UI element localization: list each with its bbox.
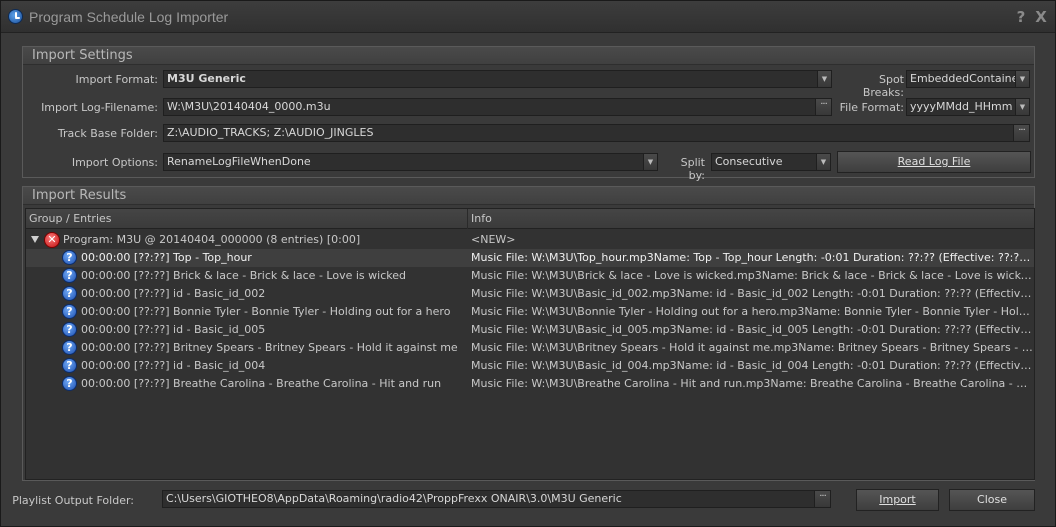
track-base-folder-label: Track Base Folder: [57,127,158,140]
chevron-down-icon[interactable]: ▼ [643,154,657,170]
log-filename-input[interactable]: W:\M3U\20140404_0000.m3u ··· [163,98,832,116]
split-by-value: Consecutive [715,155,783,168]
entry-info: Music File: W:\M3U\Bonnie Tyler - Holdin… [471,305,1034,318]
tree-row-entry[interactable]: ? 00:00:00 [??:??] Britney Spears - Brit… [26,339,1034,357]
entry-label: 00:00:00 [??:??] Brick & lace - Brick & … [81,269,406,282]
entry-info: Music File: W:\M3U\Brick & lace - Love i… [471,269,1034,282]
entry-info: Music File: W:\M3U\Basic_id_004.mp3Name:… [471,359,1034,372]
import-options-label: Import Options: [71,156,158,169]
chevron-down-icon[interactable]: ▼ [817,71,831,87]
help-icon[interactable]: ? [1013,9,1029,25]
browse-ellipsis-button[interactable]: ··· [1013,125,1029,141]
output-folder-label: Playlist Output Folder: [12,494,134,507]
tree-row-program[interactable]: ✕ Program: M3U @ 20140404_000000 (8 entr… [26,231,1034,249]
chevron-down-icon[interactable]: ▼ [1015,71,1029,87]
track-base-folder-value: Z:\AUDIO_TRACKS; Z:\AUDIO_JINGLES [167,126,374,139]
import-format-value: M3U Generic [167,72,246,85]
tree-row-entry[interactable]: ? 00:00:00 [??:??] id - Basic_id_002 Mus… [26,285,1034,303]
split-by-label: Split by: [680,156,705,182]
error-icon: ✕ [44,232,60,248]
track-base-folder-input[interactable]: Z:\AUDIO_TRACKS; Z:\AUDIO_JINGLES ··· [163,124,1030,142]
question-icon: ? [62,286,77,301]
title-bar[interactable]: Program Schedule Log Importer ? X [1,1,1055,33]
tree-row-entry[interactable]: ? 00:00:00 [??:??] Breathe Carolina - Br… [26,375,1034,393]
question-icon: ? [62,268,77,283]
program-info: <NEW> [471,233,516,246]
close-button[interactable]: Close [949,489,1035,511]
file-format-select[interactable]: yyyyMMdd_HHmm ▼ [906,98,1030,116]
file-format-label: File Format: [839,101,904,114]
log-filename-label: Import Log-Filename: [41,101,158,114]
entry-label: 00:00:00 [??:??] Top - Top_hour [81,251,252,264]
expand-triangle-icon[interactable] [31,236,39,243]
question-icon: ? [62,376,77,391]
question-icon: ? [62,340,77,355]
entry-info: Music File: W:\M3U\Breathe Carolina - Hi… [471,377,1034,390]
entry-label: 00:00:00 [??:??] Bonnie Tyler - Bonnie T… [81,305,451,318]
tree-row-entry[interactable]: ? 00:00:00 [??:??] id - Basic_id_004 Mus… [26,357,1034,375]
column-header-group-entries[interactable]: Group / Entries [26,209,468,229]
question-icon: ? [62,304,77,319]
import-options-select[interactable]: RenameLogFileWhenDone ▼ [163,153,658,171]
entry-label: 00:00:00 [??:??] id - Basic_id_002 [81,287,266,300]
window-title: Program Schedule Log Importer [29,9,229,25]
tree-row-entry[interactable]: ? 00:00:00 [??:??] Brick & lace - Brick … [26,267,1034,285]
read-log-file-button[interactable]: Read Log File [837,151,1031,173]
importer-window: Program Schedule Log Importer ? X Import… [0,0,1056,527]
import-button-label: Import [879,493,916,506]
log-filename-value: W:\M3U\20140404_0000.m3u [167,100,331,113]
import-results-group: Import Results Group / Entries Info ✕ Pr… [22,186,1035,481]
split-by-select[interactable]: Consecutive ▼ [711,153,831,171]
entry-label: 00:00:00 [??:??] id - Basic_id_004 [81,359,266,372]
import-format-label: Import Format: [75,73,158,86]
import-results-header: Import Results [23,187,1034,205]
tree-row-entry[interactable]: ? 00:00:00 [??:??] Bonnie Tyler - Bonnie… [26,303,1034,321]
column-header-info[interactable]: Info [468,209,1034,229]
browse-ellipsis-button[interactable]: ··· [814,491,830,507]
browse-ellipsis-button[interactable]: ··· [815,99,831,115]
tree-row-entry[interactable]: ? 00:00:00 [??:??] Top - Top_hour Music … [26,249,1034,267]
results-tree[interactable]: Group / Entries Info ✕ Program: M3U @ 20… [25,208,1035,480]
question-icon: ? [62,250,77,265]
read-log-file-label: Read Log File [897,155,971,168]
entry-label: 00:00:00 [??:??] Britney Spears - Britne… [81,341,458,354]
import-settings-group: Import Settings Import Format: M3U Gener… [22,46,1035,182]
tree-row-entry[interactable]: ? 00:00:00 [??:??] id - Basic_id_005 Mus… [26,321,1034,339]
entry-info: Music File: W:\M3U\Basic_id_002.mp3Name:… [471,287,1034,300]
import-options-value: RenameLogFileWhenDone [167,155,311,168]
entry-info: Music File: W:\M3U\Basic_id_005.mp3Name:… [471,323,1034,336]
tree-header: Group / Entries Info [26,209,1034,229]
spot-breaks-label: Spot Breaks: [862,73,904,99]
entry-label: 00:00:00 [??:??] id - Basic_id_005 [81,323,266,336]
chevron-down-icon[interactable]: ▼ [1015,99,1029,115]
entry-info: Music File: W:\M3U\Britney Spears - Hold… [471,341,1034,354]
question-icon: ? [62,358,77,373]
clock-app-icon [8,9,23,24]
entry-label: 00:00:00 [??:??] Breathe Carolina - Brea… [81,377,442,390]
output-folder-input[interactable]: C:\Users\GIOTHEO8\AppData\Roaming\radio4… [162,490,831,508]
output-folder-value: C:\Users\GIOTHEO8\AppData\Roaming\radio4… [166,492,622,505]
entry-info: Music File: W:\M3U\Top_hour.mp3Name: Top… [471,251,1034,264]
import-format-select[interactable]: M3U Generic ▼ [163,70,832,88]
import-button[interactable]: Import [856,489,939,511]
close-icon[interactable]: X [1033,9,1049,25]
spot-breaks-select[interactable]: EmbeddedContainer ▼ [906,70,1030,88]
question-icon: ? [62,322,77,337]
chevron-down-icon[interactable]: ▼ [816,154,830,170]
import-settings-header: Import Settings [23,47,1034,65]
close-button-label: Close [977,493,1007,506]
file-format-value: yyyyMMdd_HHmm [910,100,1013,113]
spot-breaks-value: EmbeddedContainer [910,72,1023,85]
program-label: Program: M3U @ 20140404_000000 (8 entrie… [63,233,361,246]
